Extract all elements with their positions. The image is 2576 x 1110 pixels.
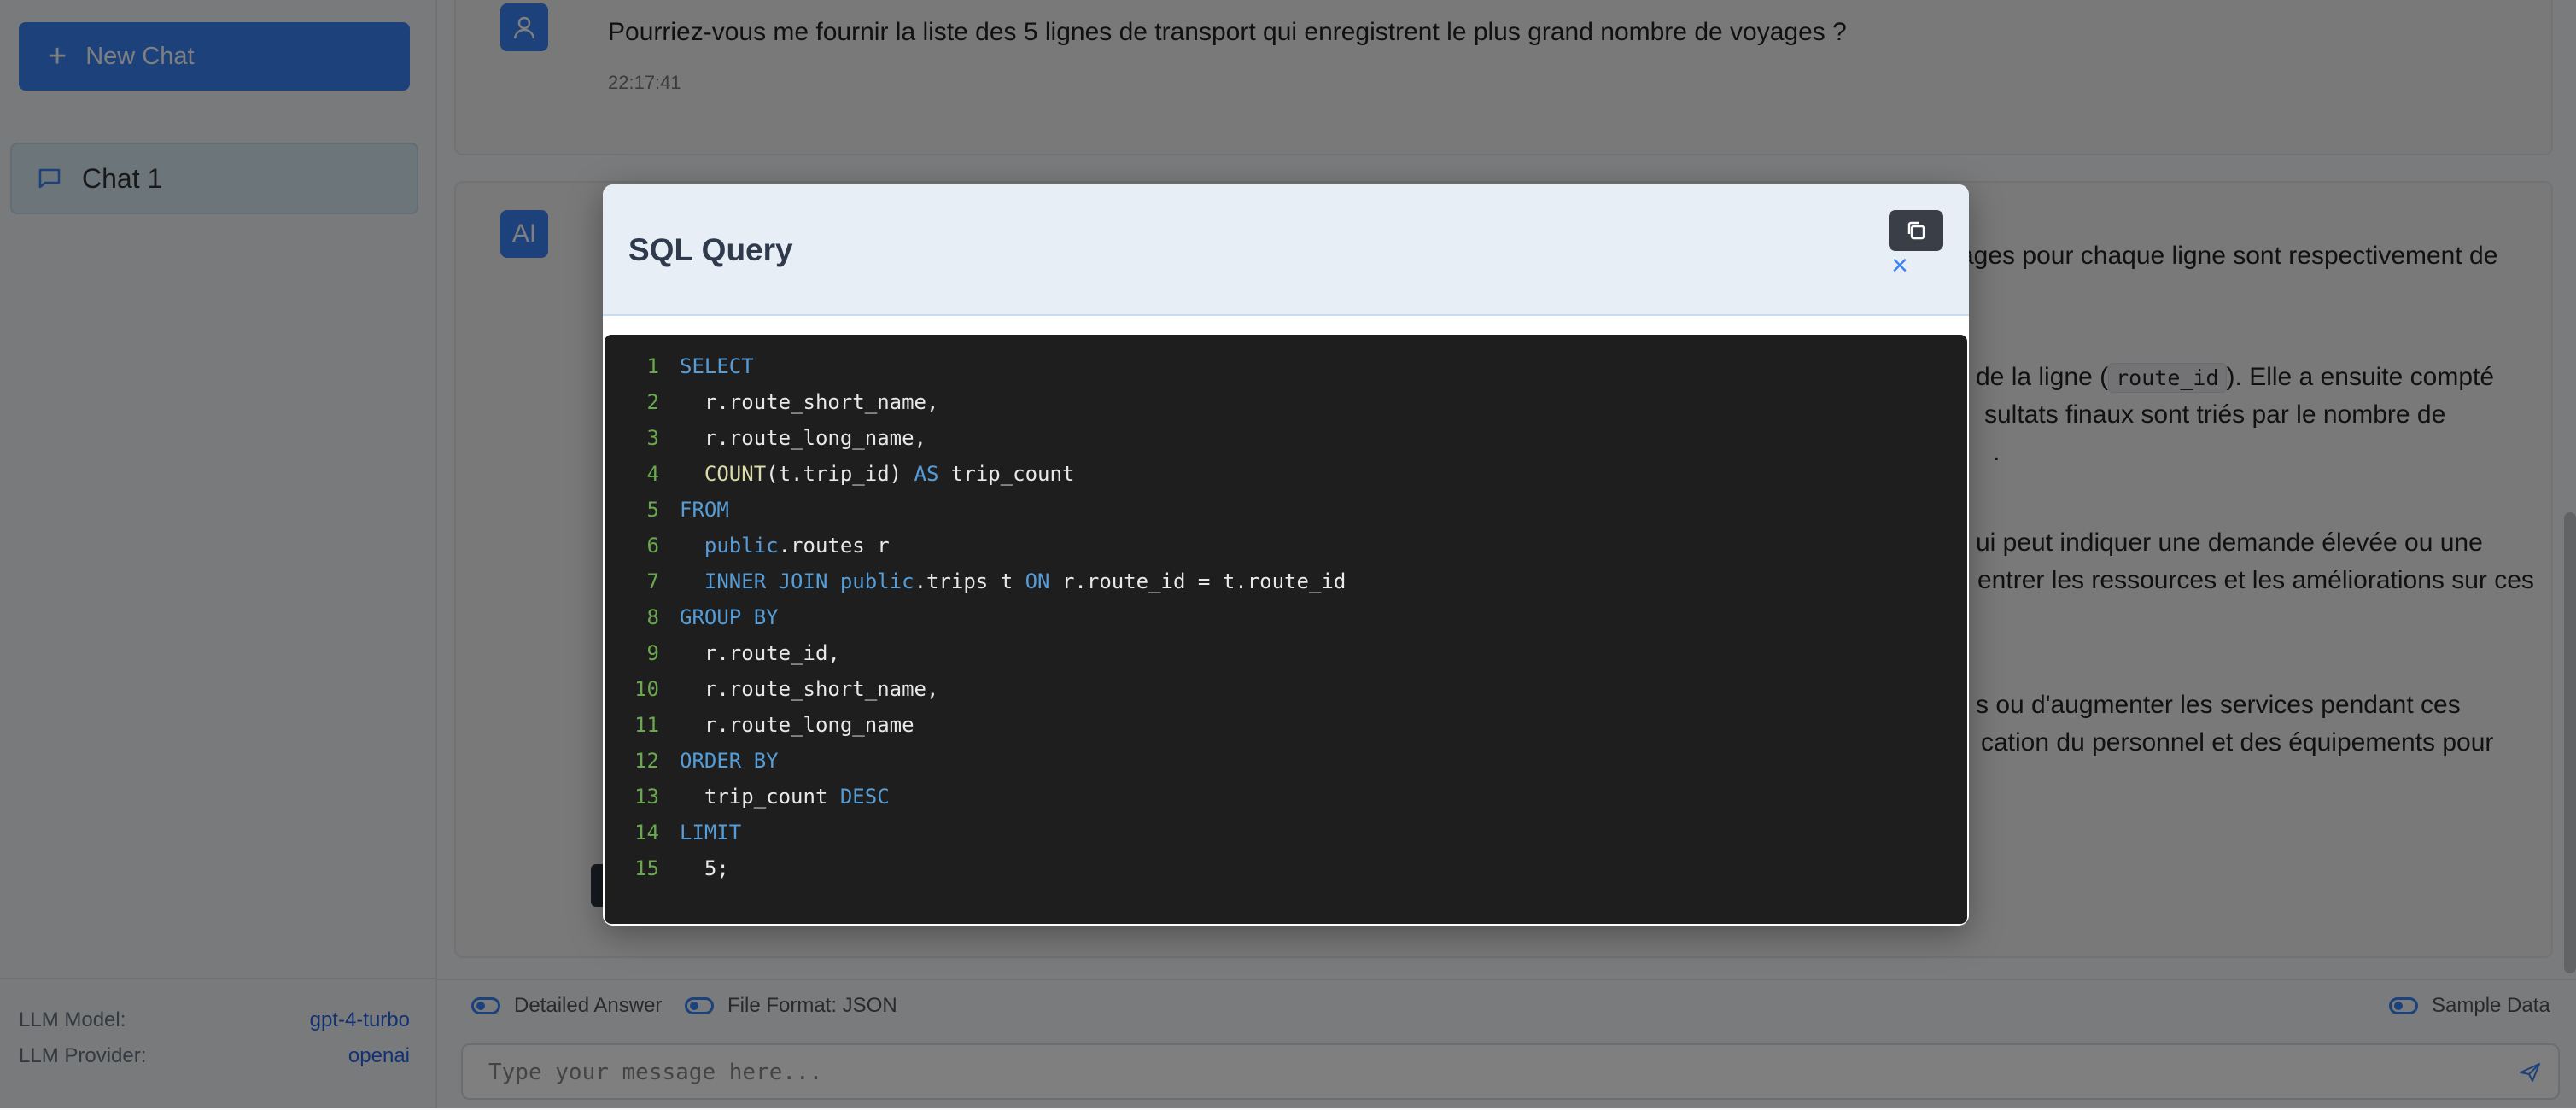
code-text: r.route_id, [680, 635, 840, 671]
code-token: ON [1025, 570, 1050, 593]
code-token: r.route_short_name, [680, 390, 939, 414]
code-line: 7 INNER JOIN public.trips t ON r.route_i… [605, 564, 1967, 599]
code-line: 11 r.route_long_name [605, 707, 1967, 743]
line-number: 9 [646, 641, 659, 665]
code-token: 5; [680, 856, 729, 880]
copy-icon [1907, 221, 1925, 240]
code-token: LIMIT [680, 821, 742, 844]
code-line: 1 SELECT [605, 348, 1967, 384]
code-token: GROUP BY [680, 605, 779, 629]
code-line: 2 r.route_short_name, [605, 384, 1967, 420]
code-token: INNER JOIN [704, 570, 828, 593]
code-token: AS [914, 462, 939, 486]
modal-header: SQL Query × [603, 184, 1969, 316]
line-number: 4 [646, 462, 659, 486]
close-button[interactable]: × [1887, 251, 1913, 280]
line-number: 8 [646, 605, 659, 629]
line-number: 12 [634, 749, 659, 773]
code-text: ORDER BY [680, 743, 779, 779]
code-text: LIMIT [680, 815, 741, 850]
copy-button[interactable] [1889, 210, 1943, 251]
code-line: 12 ORDER BY [605, 743, 1967, 779]
code-token: (t.trip_id) [766, 462, 914, 486]
line-number: 14 [634, 821, 659, 844]
line-number: 5 [646, 498, 659, 522]
code-token: r.route_id = t.route_id [1049, 570, 1346, 593]
code-token: FROM [680, 498, 729, 522]
line-number: 2 [646, 390, 659, 414]
code-text: public.routes r [680, 528, 890, 564]
code-token: ORDER BY [680, 749, 779, 773]
code-token: r.route_short_name, [680, 677, 939, 701]
code-token: r.route_long_name, [680, 426, 926, 450]
code-token: r.route_long_name [680, 713, 914, 737]
code-token: trip_count [938, 462, 1075, 486]
code-text: r.route_short_name, [680, 384, 939, 420]
code-text: trip_count DESC [680, 779, 890, 815]
line-number: 10 [634, 677, 659, 701]
code-text: 5; [680, 850, 729, 886]
code-text: COUNT(t.trip_id) AS trip_count [680, 456, 1075, 492]
close-icon: × [1891, 249, 1908, 282]
line-number: 6 [646, 534, 659, 558]
code-token: .trips t [914, 570, 1025, 593]
code-text: r.route_long_name, [680, 420, 926, 456]
code-line: 6 public.routes r [605, 528, 1967, 564]
code-text: INNER JOIN public.trips t ON r.route_id … [680, 564, 1346, 599]
line-number: 7 [646, 570, 659, 593]
line-number: 3 [646, 426, 659, 450]
code-text: FROM [680, 492, 729, 528]
code-line: 8 GROUP BY [605, 599, 1967, 635]
modal-title: SQL Query [628, 232, 793, 267]
code-token: public [839, 570, 914, 593]
line-number: 13 [634, 785, 659, 809]
code-token: public [704, 534, 779, 558]
code-token: SELECT [680, 354, 754, 378]
line-number: 15 [634, 856, 659, 880]
code-token: r.route_id, [680, 641, 840, 665]
code-line: 13 trip_count DESC [605, 779, 1967, 815]
line-number: 11 [634, 713, 659, 737]
code-token: COUNT [704, 462, 767, 486]
code-line: 10 r.route_short_name, [605, 671, 1967, 707]
code-token: DESC [839, 785, 890, 809]
code-text: r.route_long_name [680, 707, 914, 743]
code-text: r.route_short_name, [680, 671, 939, 707]
code-text: GROUP BY [680, 599, 779, 635]
code-line: 4 COUNT(t.trip_id) AS trip_count [605, 456, 1967, 492]
sql-query-modal: SQL Query × 1 SELECT 2 r.route_short_name,… [603, 184, 1969, 926]
code-line: 3 r.route_long_name, [605, 420, 1967, 456]
line-number: 1 [646, 354, 659, 378]
code-line: 9 r.route_id, [605, 635, 1967, 671]
code-text: SELECT [680, 348, 754, 384]
code-line: 14 LIMIT [605, 815, 1967, 850]
code-line: 15 5; [605, 850, 1967, 886]
code-line: 5 FROM [605, 492, 1967, 528]
code-token: trip_count [680, 785, 840, 809]
code-token: .routes r [778, 534, 890, 558]
sql-code-block: 1 SELECT 2 r.route_short_name, 3 r.route_lo… [605, 335, 1967, 924]
